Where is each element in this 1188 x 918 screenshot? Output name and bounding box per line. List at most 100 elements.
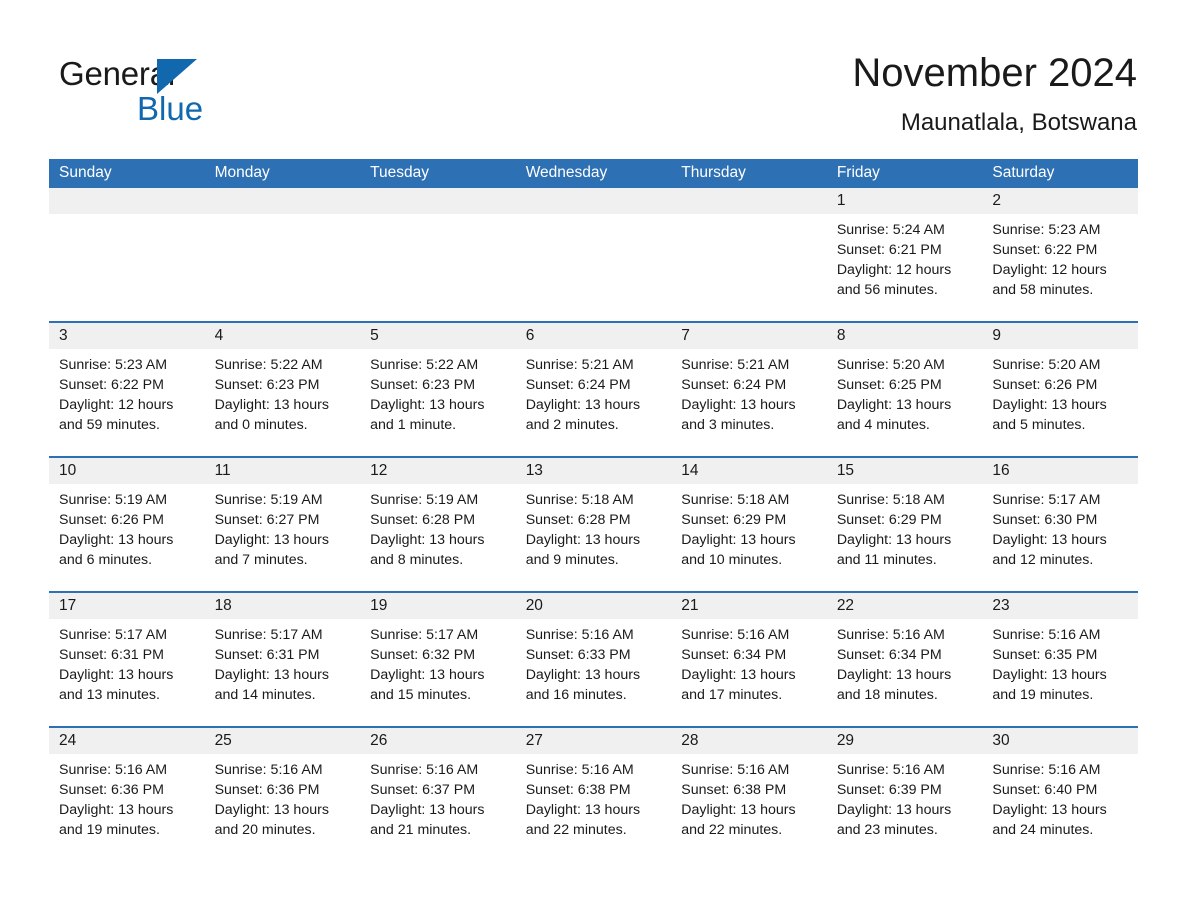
sunrise-text: Sunrise: 5:21 AM — [681, 357, 790, 373]
calendar-day-cell-empty — [204, 188, 361, 322]
calendar-day-cell[interactable]: 27 Sunrise: 5:16 AM Sunset: 6:38 PM Dayligh… — [515, 726, 672, 861]
calendar-day-cell[interactable]: 15 Sunrise: 5:18 AM Sunset: 6:29 PM Dayligh… — [826, 456, 983, 592]
daylight-text-line1: Daylight: 13 hours — [214, 397, 329, 413]
day-info: Sunrise: 5:20 AM Sunset: 6:25 PM Daylight:… — [827, 349, 983, 435]
calendar-day-cell[interactable]: 10 Sunrise: 5:19 AM Sunset: 6:26 PM Dayligh… — [49, 456, 205, 592]
calendar-day-cell[interactable]: 22 Sunrise: 5:16 AM Sunset: 6:34 PM Dayligh… — [826, 591, 983, 727]
sunrise-text: Sunrise: 5:16 AM — [370, 762, 479, 778]
day-cell-inner — [515, 188, 672, 321]
day-number: 12 — [360, 458, 516, 484]
sunset-text: Sunset: 6:22 PM — [992, 242, 1098, 258]
day-number: 15 — [826, 458, 983, 484]
calendar-day-cell[interactable]: 24 Sunrise: 5:16 AM Sunset: 6:36 PM Dayligh… — [49, 726, 205, 861]
calendar-day-cell[interactable]: 1 Sunrise: 5:24 AM Sunset: 6:21 PM Daylight… — [826, 188, 983, 322]
weekday-header-thursday: Thursday — [671, 159, 827, 188]
weekday-header-row: Sunday Monday Tuesday Wednesday Thursday… — [49, 159, 1138, 188]
daylight-text-line1: Daylight: 13 hours — [992, 397, 1107, 413]
calendar-day-cell[interactable]: 26 Sunrise: 5:16 AM Sunset: 6:37 PM Dayligh… — [360, 726, 516, 861]
daylight-text-line1: Daylight: 13 hours — [370, 532, 485, 548]
daylight-text-line2: and 4 minutes. — [836, 417, 930, 433]
day-cell-inner: 5 Sunrise: 5:22 AM Sunset: 6:23 PM Daylight… — [360, 323, 516, 456]
day-info: Sunrise: 5:20 AM Sunset: 6:26 PM Daylight:… — [982, 349, 1138, 435]
calendar-day-cell[interactable]: 21 Sunrise: 5:16 AM Sunset: 6:34 PM Dayligh… — [671, 591, 827, 727]
daylight-text-line1: Daylight: 13 hours — [836, 397, 952, 413]
day-info: Sunrise: 5:17 AM Sunset: 6:32 PM Daylight:… — [360, 619, 516, 705]
daylight-text-line2: and 15 minutes. — [370, 687, 472, 703]
daylight-text-line2: and 13 minutes. — [59, 687, 160, 703]
day-info: Sunrise: 5:16 AM Sunset: 6:38 PM Daylight:… — [516, 754, 672, 840]
calendar-day-cell[interactable]: 25 Sunrise: 5:16 AM Sunset: 6:36 PM Dayligh… — [204, 726, 361, 861]
daylight-text-line2: and 7 minutes. — [214, 552, 308, 568]
calendar-day-cell[interactable]: 3 Sunrise: 5:23 AM Sunset: 6:22 PM Daylight… — [49, 321, 205, 457]
calendar-day-cell[interactable]: 7 Sunrise: 5:21 AM Sunset: 6:24 PM Daylight… — [671, 321, 827, 457]
calendar-day-cell[interactable]: 6 Sunrise: 5:21 AM Sunset: 6:24 PM Daylight… — [515, 321, 672, 457]
weekday-header-tuesday: Tuesday — [360, 159, 516, 188]
day-cell-inner: 30 Sunrise: 5:16 AM Sunset: 6:40 PM Dayligh… — [982, 728, 1138, 861]
daylight-text-line2: and 19 minutes. — [992, 687, 1094, 703]
general-blue-logo[interactable]: General Blue — [59, 54, 259, 134]
day-number: 6 — [515, 323, 672, 349]
weekday-header-sunday: Sunday — [49, 159, 205, 188]
day-number: 27 — [515, 728, 672, 754]
day-cell-inner: 28 Sunrise: 5:16 AM Sunset: 6:38 PM Dayligh… — [671, 728, 827, 861]
page-header: General Blue November 2024 Maunatlala, B… — [49, 46, 1137, 146]
calendar-day-cell[interactable]: 20 Sunrise: 5:16 AM Sunset: 6:33 PM Dayligh… — [515, 591, 672, 727]
daylight-text-line2: and 17 minutes. — [681, 687, 783, 703]
day-number: 3 — [49, 323, 205, 349]
calendar-day-cell[interactable]: 2 Sunrise: 5:23 AM Sunset: 6:22 PM Daylight… — [982, 188, 1138, 322]
sunset-text: Sunset: 6:29 PM — [836, 512, 942, 528]
day-cell-inner: 7 Sunrise: 5:21 AM Sunset: 6:24 PM Daylight… — [671, 323, 827, 456]
day-cell-inner: 26 Sunrise: 5:16 AM Sunset: 6:37 PM Dayligh… — [360, 728, 516, 861]
calendar-day-cell[interactable]: 30 Sunrise: 5:16 AM Sunset: 6:40 PM Dayligh… — [982, 726, 1138, 861]
calendar-day-cell[interactable]: 19 Sunrise: 5:17 AM Sunset: 6:32 PM Dayligh… — [360, 591, 516, 727]
day-number: 18 — [204, 593, 361, 619]
sunrise-text: Sunrise: 5:16 AM — [681, 762, 790, 778]
daylight-text-line2: and 12 minutes. — [992, 552, 1094, 568]
daylight-text-line2: and 5 minutes. — [992, 417, 1086, 433]
day-cell-inner — [204, 188, 361, 321]
calendar-day-cell[interactable]: 23 Sunrise: 5:16 AM Sunset: 6:35 PM Dayligh… — [982, 591, 1138, 727]
day-cell-inner: 10 Sunrise: 5:19 AM Sunset: 6:26 PM Dayligh… — [49, 458, 205, 591]
daylight-text-line2: and 58 minutes. — [992, 282, 1094, 298]
day-cell-inner: 9 Sunrise: 5:20 AM Sunset: 6:26 PM Daylight… — [982, 323, 1138, 456]
sunset-text: Sunset: 6:31 PM — [59, 647, 164, 663]
daylight-text-line1: Daylight: 13 hours — [59, 667, 174, 683]
day-cell-inner: 23 Sunrise: 5:16 AM Sunset: 6:35 PM Dayligh… — [982, 593, 1138, 726]
sunset-text: Sunset: 6:32 PM — [370, 647, 476, 663]
sunset-text: Sunset: 6:36 PM — [214, 782, 320, 798]
daylight-text-line1: Daylight: 13 hours — [525, 802, 641, 818]
sunset-text: Sunset: 6:27 PM — [214, 512, 320, 528]
calendar-day-cell[interactable]: 17 Sunrise: 5:17 AM Sunset: 6:31 PM Dayligh… — [49, 591, 205, 727]
daylight-text-line1: Daylight: 12 hours — [992, 262, 1107, 278]
daylight-text-line1: Daylight: 13 hours — [525, 667, 641, 683]
calendar-day-cell[interactable]: 29 Sunrise: 5:16 AM Sunset: 6:39 PM Dayligh… — [826, 726, 983, 861]
calendar-day-cell[interactable]: 8 Sunrise: 5:20 AM Sunset: 6:25 PM Daylight… — [826, 321, 983, 457]
day-info: Sunrise: 5:16 AM Sunset: 6:36 PM Daylight:… — [205, 754, 361, 840]
day-cell-inner: 4 Sunrise: 5:22 AM Sunset: 6:23 PM Daylight… — [204, 323, 361, 456]
calendar-day-cell[interactable]: 16 Sunrise: 5:17 AM Sunset: 6:30 PM Dayligh… — [982, 456, 1138, 592]
daylight-text-line2: and 22 minutes. — [525, 822, 627, 838]
day-number: 8 — [826, 323, 983, 349]
day-number: 20 — [515, 593, 672, 619]
calendar-day-cell[interactable]: 14 Sunrise: 5:18 AM Sunset: 6:29 PM Dayligh… — [671, 456, 827, 592]
day-number: 17 — [49, 593, 205, 619]
calendar-day-cell[interactable]: 5 Sunrise: 5:22 AM Sunset: 6:23 PM Daylight… — [360, 321, 516, 457]
sunset-text: Sunset: 6:40 PM — [992, 782, 1098, 798]
calendar-day-cell[interactable]: 4 Sunrise: 5:22 AM Sunset: 6:23 PM Daylight… — [204, 321, 361, 457]
calendar-day-cell[interactable]: 13 Sunrise: 5:18 AM Sunset: 6:28 PM Dayligh… — [515, 456, 672, 592]
day-info: Sunrise: 5:16 AM Sunset: 6:38 PM Daylight:… — [671, 754, 827, 840]
day-info: Sunrise: 5:17 AM Sunset: 6:30 PM Daylight:… — [982, 484, 1138, 570]
calendar-day-cell[interactable]: 18 Sunrise: 5:17 AM Sunset: 6:31 PM Dayligh… — [204, 591, 361, 727]
calendar-week-row: 24 Sunrise: 5:16 AM Sunset: 6:36 PM Dayligh… — [49, 726, 1138, 861]
day-info: Sunrise: 5:22 AM Sunset: 6:23 PM Daylight:… — [205, 349, 361, 435]
sunset-text: Sunset: 6:26 PM — [59, 512, 164, 528]
day-info: Sunrise: 5:16 AM Sunset: 6:34 PM Daylight:… — [671, 619, 827, 705]
sunset-text: Sunset: 6:24 PM — [681, 377, 787, 393]
calendar-day-cell[interactable]: 9 Sunrise: 5:20 AM Sunset: 6:26 PM Daylight… — [982, 321, 1138, 457]
daylight-text-line2: and 56 minutes. — [836, 282, 938, 298]
calendar-day-cell[interactable]: 28 Sunrise: 5:16 AM Sunset: 6:38 PM Dayligh… — [671, 726, 827, 861]
calendar-day-cell[interactable]: 12 Sunrise: 5:19 AM Sunset: 6:28 PM Dayligh… — [360, 456, 516, 592]
daylight-text-line1: Daylight: 13 hours — [681, 802, 796, 818]
calendar-day-cell[interactable]: 11 Sunrise: 5:19 AM Sunset: 6:27 PM Dayligh… — [204, 456, 361, 592]
day-cell-inner: 20 Sunrise: 5:16 AM Sunset: 6:33 PM Dayligh… — [515, 593, 672, 726]
